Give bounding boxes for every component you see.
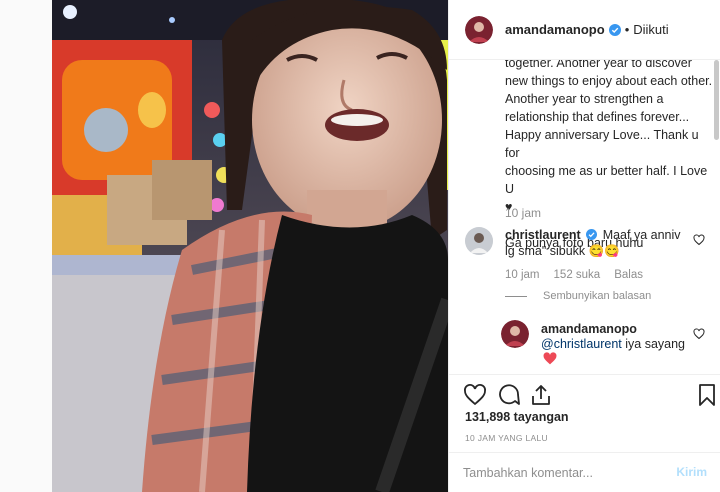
- comment-composer: Kirim: [449, 452, 720, 492]
- hide-replies-label: Sembunyikan balasan: [543, 290, 652, 302]
- comments-list[interactable]: together. Another year to discover new t…: [449, 60, 720, 374]
- reply-username[interactable]: amandamanopo: [541, 322, 637, 336]
- reply-mention-link[interactable]: @christlaurent: [541, 337, 622, 351]
- verified-badge-icon: [608, 23, 621, 36]
- reply-message: iya sayang: [621, 337, 686, 351]
- caption-timestamp: 10 jam: [505, 206, 542, 220]
- post-timestamp[interactable]: 10 JAM YANG LALU: [465, 433, 548, 443]
- post-caption: together. Another year to discover new t…: [505, 60, 713, 250]
- view-count-label: tayangan: [513, 410, 569, 424]
- separator-dot: •: [624, 22, 630, 37]
- author-username[interactable]: amandamanopo: [505, 22, 605, 37]
- commenter-avatar[interactable]: [465, 227, 493, 255]
- post-header: amandamanopo • Diikuti: [449, 0, 720, 60]
- heart-icon[interactable]: [463, 383, 487, 407]
- comment-likes[interactable]: 152 suka: [554, 269, 601, 281]
- hide-replies-toggle[interactable]: Sembunyikan balasan: [505, 290, 651, 302]
- post-side-panel: amandamanopo • Diikuti together. Another…: [448, 0, 720, 492]
- post-comment-button[interactable]: Kirim: [676, 465, 707, 479]
- reply-button[interactable]: Balas: [614, 269, 643, 281]
- comments-scrollbar[interactable]: [712, 60, 720, 374]
- red-heart-emoji-icon: [543, 352, 557, 365]
- scrollbar-thumb[interactable]: [714, 60, 719, 140]
- verified-badge-icon: [586, 229, 598, 240]
- post-video[interactable]: [52, 0, 448, 492]
- comment-meta: 10 jam 152 suka Balas: [505, 269, 643, 281]
- view-count-number: 131,898: [465, 410, 511, 424]
- left-gutter: [0, 0, 52, 492]
- comment-timestamp: 10 jam: [505, 269, 540, 281]
- author-avatar[interactable]: [465, 15, 493, 44]
- comment-body: christlaurent Maaf ya anniv lg sma" sibu…: [505, 227, 685, 259]
- hide-replies-line: [505, 295, 527, 297]
- reply-avatar[interactable]: [501, 320, 529, 348]
- view-count[interactable]: 131,898 tayangan: [465, 410, 569, 424]
- comment-input[interactable]: [463, 463, 663, 483]
- share-icon[interactable]: [529, 383, 553, 407]
- follow-status-button[interactable]: Diikuti: [633, 22, 668, 37]
- reply-text: @christlaurent iya sayang: [541, 337, 685, 351]
- commenter-username[interactable]: christlaurent: [505, 228, 581, 242]
- comment-like-heart-icon[interactable]: [693, 234, 705, 246]
- reply-like-heart-icon[interactable]: [693, 328, 705, 340]
- bookmark-icon[interactable]: [695, 383, 719, 407]
- comment-icon[interactable]: [497, 383, 521, 407]
- video-frame: [52, 0, 448, 492]
